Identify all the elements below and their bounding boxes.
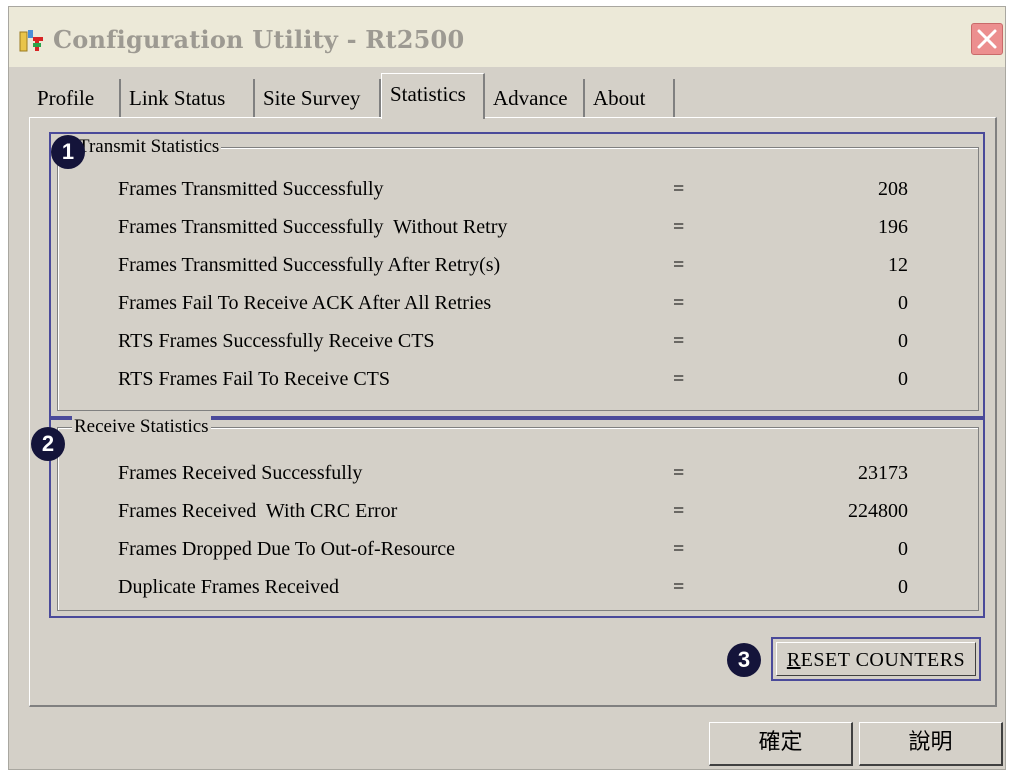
table-row: Frames Received With CRC Error = 224800 bbox=[58, 496, 978, 526]
transmit-statistics-title: Transmit Statistics bbox=[76, 136, 222, 158]
transmit-statistics-group: Transmit Statistics Frames Transmitted S… bbox=[57, 136, 979, 411]
stat-value: 0 bbox=[898, 538, 908, 560]
stat-label: Duplicate Frames Received bbox=[118, 576, 340, 598]
stat-value: 0 bbox=[898, 368, 908, 390]
callout-badge-3: 3 bbox=[727, 643, 761, 677]
table-row: RTS Frames Fail To Receive CTS = 0 bbox=[58, 364, 978, 394]
close-icon bbox=[977, 29, 997, 49]
tab-advance[interactable]: Advance bbox=[485, 79, 585, 117]
table-row: Frames Transmitted Successfully = 208 bbox=[58, 174, 978, 204]
callout-badge-1: 1 bbox=[51, 135, 85, 169]
stat-label: Frames Fail To Receive ACK After All Ret… bbox=[118, 292, 492, 314]
callout-badge-2: 2 bbox=[31, 427, 65, 461]
stat-label: RTS Frames Successfully Receive CTS bbox=[118, 330, 435, 352]
config-utility-window: Configuration Utility - Rt2500 Profile L… bbox=[8, 6, 1006, 770]
equals-sign: = bbox=[673, 216, 685, 238]
stat-label: Frames Transmitted Successfully After Re… bbox=[118, 254, 501, 276]
receive-statistics-group: Receive Statistics Frames Received Succe… bbox=[57, 416, 979, 611]
tab-link-status[interactable]: Link Status bbox=[121, 79, 255, 117]
table-row: Frames Fail To Receive ACK After All Ret… bbox=[58, 288, 978, 318]
close-button[interactable] bbox=[971, 23, 1003, 55]
equals-sign: = bbox=[673, 178, 685, 200]
help-button[interactable]: 說明 bbox=[859, 722, 1003, 766]
stat-value: 208 bbox=[878, 178, 908, 200]
equals-sign: = bbox=[673, 254, 685, 276]
tab-site-survey[interactable]: Site Survey bbox=[255, 79, 381, 117]
ok-button[interactable]: 確定 bbox=[709, 722, 853, 766]
stat-label: Frames Received Successfully bbox=[118, 462, 363, 484]
table-row: Frames Received Successfully = 23173 bbox=[58, 458, 978, 488]
stat-label: Frames Transmitted Successfully Without … bbox=[118, 216, 508, 238]
table-row: Duplicate Frames Received = 0 bbox=[58, 572, 978, 602]
reset-label-rest: ESET COUNTERS bbox=[800, 649, 966, 671]
equals-sign: = bbox=[673, 576, 685, 598]
reset-counters-label: RESET COUNTERS bbox=[776, 642, 976, 676]
tab-profile[interactable]: Profile bbox=[29, 79, 121, 117]
stat-value: 23173 bbox=[858, 462, 908, 484]
app-icon bbox=[19, 30, 43, 52]
reset-counters-button[interactable]: RESET COUNTERS bbox=[771, 637, 981, 681]
table-row: Frames Dropped Due To Out-of-Resource = … bbox=[58, 534, 978, 564]
stat-value: 0 bbox=[898, 330, 908, 352]
table-row: Frames Transmitted Successfully After Re… bbox=[58, 250, 978, 280]
equals-sign: = bbox=[673, 368, 685, 390]
stat-label: Frames Received With CRC Error bbox=[118, 500, 398, 522]
table-row: RTS Frames Successfully Receive CTS = 0 bbox=[58, 326, 978, 356]
equals-sign: = bbox=[673, 538, 685, 560]
stat-label: RTS Frames Fail To Receive CTS bbox=[118, 368, 391, 390]
tab-statistics[interactable]: Statistics bbox=[381, 73, 485, 119]
reset-mnemonic: R bbox=[786, 649, 801, 671]
stat-value: 196 bbox=[878, 216, 908, 238]
stat-value: 0 bbox=[898, 292, 908, 314]
tab-about[interactable]: About bbox=[585, 79, 675, 117]
equals-sign: = bbox=[673, 500, 685, 522]
equals-sign: = bbox=[673, 292, 685, 314]
equals-sign: = bbox=[673, 330, 685, 352]
equals-sign: = bbox=[673, 462, 685, 484]
stat-value: 0 bbox=[898, 576, 908, 598]
receive-statistics-title: Receive Statistics bbox=[72, 416, 211, 438]
window-title: Configuration Utility - Rt2500 bbox=[53, 25, 465, 54]
stat-label: Frames Transmitted Successfully bbox=[118, 178, 384, 200]
stat-value: 224800 bbox=[848, 500, 908, 522]
table-row: Frames Transmitted Successfully Without … bbox=[58, 212, 978, 242]
stat-value: 12 bbox=[888, 254, 908, 276]
title-bar[interactable]: Configuration Utility - Rt2500 bbox=[9, 7, 1005, 67]
stat-label: Frames Dropped Due To Out-of-Resource bbox=[118, 538, 456, 560]
